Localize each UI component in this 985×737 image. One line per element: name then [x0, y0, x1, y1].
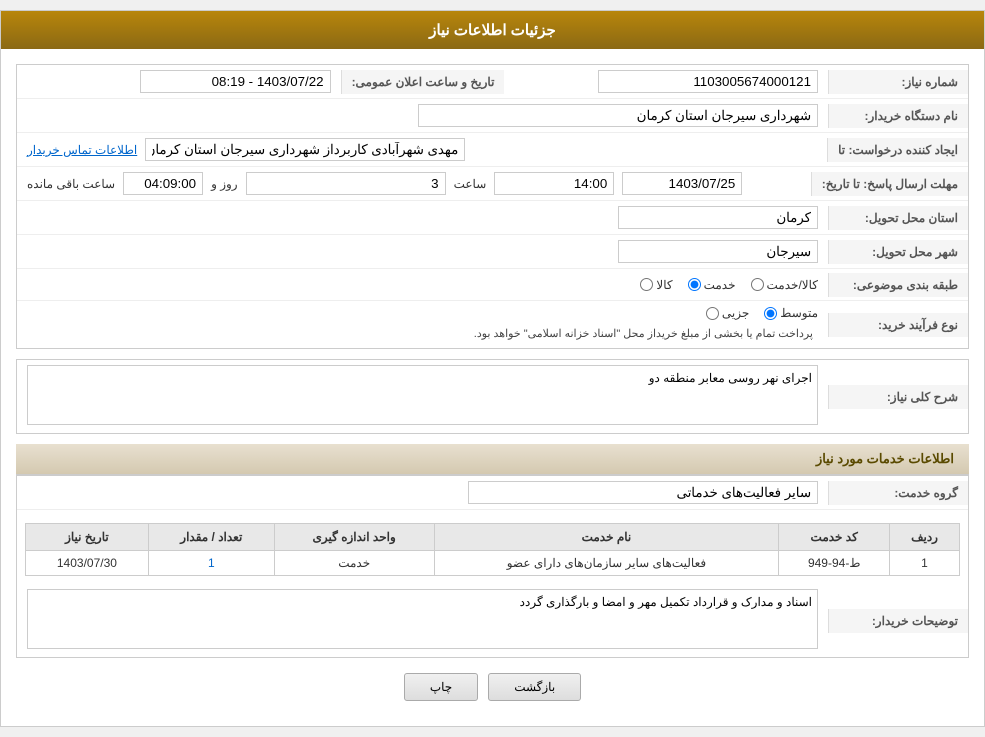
label-roz: روز و — [211, 177, 238, 191]
row-namdastgah: نام دستگاه خریدار: — [17, 99, 968, 133]
radio-jozi[interactable]: جزیی — [706, 306, 749, 320]
label-namdastgah: نام دستگاه خریدار: — [828, 104, 968, 128]
value-ostan — [17, 201, 828, 234]
row-shahr: شهر محل تحویل: — [17, 235, 968, 269]
input-saat[interactable] — [494, 172, 614, 195]
label-geroh: گروه خدمت: — [828, 481, 968, 505]
input-baqi[interactable] — [123, 172, 203, 195]
label-shahr: شهر محل تحویل: — [828, 240, 968, 264]
label-saat: ساعت — [454, 177, 487, 191]
value-ijaad: اطلاعات تماس خریدار — [17, 133, 827, 166]
input-tarikh[interactable] — [140, 70, 331, 93]
label-shomare: شماره نیاز: — [828, 70, 968, 94]
service-section-title: اطلاعات خدمات مورد نیاز — [16, 444, 969, 475]
col-tarikh: تاریخ نیاز — [26, 524, 149, 551]
label-tarikh: تاریخ و ساعت اعلان عمومی: — [341, 70, 505, 94]
cell-vahed: خدمت — [274, 551, 434, 576]
row-noefarayand: نوع فرآیند خرید: متوسط جزیی — [17, 301, 968, 348]
page-header: جزئیات اطلاعات نیاز — [1, 11, 984, 49]
value-shahr — [17, 235, 828, 268]
table-row: 1 ط-94-949 فعالیت‌های سایر سازمان‌های دا… — [26, 551, 960, 576]
row-shomare-tarikh: شماره نیاز: تاریخ و ساعت اعلان عمومی: — [17, 65, 968, 99]
page-wrapper: جزئیات اطلاعات نیاز شماره نیاز: تاریخ و … — [0, 10, 985, 727]
label-sharh: شرح کلی نیاز: — [828, 385, 968, 409]
textarea-tozihat[interactable]: اسناد و مدارک و قرارداد تکمیل مهر و امضا… — [27, 589, 818, 649]
input-namdastgah[interactable] — [418, 104, 818, 127]
input-shomare[interactable] — [598, 70, 818, 93]
col-radif: ردیف — [890, 524, 960, 551]
radio-kala[interactable]: کالا — [640, 278, 672, 292]
ettelaat-tamas-link[interactable]: اطلاعات تماس خریدار — [27, 143, 137, 157]
row-ostan: استان محل تحویل: — [17, 201, 968, 235]
input-shahr[interactable] — [618, 240, 818, 263]
cell-radif: 1 — [890, 551, 960, 576]
value-mohlat: ساعت باقی مانده روز و ساعت — [17, 167, 811, 200]
label-baqi: ساعت باقی مانده — [27, 177, 115, 191]
service-table: ردیف کد خدمت نام خدمت واحد اندازه گیری ت… — [25, 523, 960, 576]
page-title: جزئیات اطلاعات نیاز — [429, 22, 556, 39]
value-tozihat: اسناد و مدارک و قرارداد تکمیل مهر و امضا… — [17, 584, 828, 657]
radio-khedmat[interactable]: خدمت — [688, 278, 736, 292]
noefarayand-notice: پرداخت تمام یا بخشی از مبلغ خریداز محل "… — [27, 324, 818, 343]
col-tedad: تعداد / مقدار — [148, 524, 274, 551]
table-container: ردیف کد خدمت نام خدمت واحد اندازه گیری ت… — [17, 510, 968, 584]
input-date[interactable] — [622, 172, 742, 195]
row-mohlat: مهلت ارسال پاسخ: تا تاریخ: ساعت باقی مان… — [17, 167, 968, 201]
label-ijaad: ایجاد کننده درخواست: تا — [827, 138, 968, 162]
radio-kala-khedmat[interactable]: کالا/خدمت — [751, 278, 818, 292]
value-tabaqe: کالا/خدمت خدمت کالا — [17, 273, 828, 297]
label-mohlat: مهلت ارسال پاسخ: تا تاریخ: — [811, 172, 968, 196]
button-row: بازگشت چاپ — [16, 673, 969, 701]
label-tabaqe: طبقه بندی موضوعی: — [828, 273, 968, 297]
radio-motevaset[interactable]: متوسط — [764, 306, 818, 320]
input-geroh[interactable] — [468, 481, 818, 504]
label-noefarayand: نوع فرآیند خرید: — [828, 313, 968, 337]
label-ostan: استان محل تحویل: — [828, 206, 968, 230]
cell-tarikh: 1403/07/30 — [26, 551, 149, 576]
value-shomare — [504, 65, 828, 98]
sharh-section: شرح کلی نیاز: اجرای نهر روسی معابر منطقه… — [16, 359, 969, 434]
col-vahed: واحد اندازه گیری — [274, 524, 434, 551]
row-sharh: شرح کلی نیاز: اجرای نهر روسی معابر منطقه… — [17, 360, 968, 433]
cell-tedad: 1 — [148, 551, 274, 576]
row-ijaad: ایجاد کننده درخواست: تا اطلاعات تماس خری… — [17, 133, 968, 167]
row-tozihat: توضیحات خریدار: اسناد و مدارک و قرارداد … — [17, 584, 968, 657]
value-noefarayand: متوسط جزیی پرداخت تمام یا بخشی از مبلغ خ… — [17, 301, 828, 348]
input-ostan[interactable] — [618, 206, 818, 229]
value-sharh: اجرای نهر روسی معابر منطقه دو — [17, 360, 828, 433]
input-ijaad[interactable] — [145, 138, 465, 161]
value-namdastgah — [17, 99, 828, 132]
row-tabaqe: طبقه بندی موضوعی: کالا/خدمت خدمت کالا — [17, 269, 968, 301]
label-tozihat: توضیحات خریدار: — [828, 609, 968, 633]
input-roz[interactable] — [246, 172, 446, 195]
service-section: گروه خدمت: ردیف کد خدمت نام خدمت واحد ان… — [16, 475, 969, 658]
cell-kod: ط-94-949 — [779, 551, 890, 576]
col-kod: کد خدمت — [779, 524, 890, 551]
col-nam: نام خدمت — [434, 524, 779, 551]
row-geroh: گروه خدمت: — [17, 476, 968, 510]
back-button[interactable]: بازگشت — [488, 673, 581, 701]
value-tarikh — [17, 65, 341, 98]
main-form-section: شماره نیاز: تاریخ و ساعت اعلان عمومی: نا… — [16, 64, 969, 349]
content-area: شماره نیاز: تاریخ و ساعت اعلان عمومی: نا… — [1, 49, 984, 726]
cell-nam: فعالیت‌های سایر سازمان‌های دارای عضو — [434, 551, 779, 576]
print-button[interactable]: چاپ — [404, 673, 478, 701]
textarea-sharh[interactable]: اجرای نهر روسی معابر منطقه دو — [27, 365, 818, 425]
value-geroh — [17, 476, 828, 509]
